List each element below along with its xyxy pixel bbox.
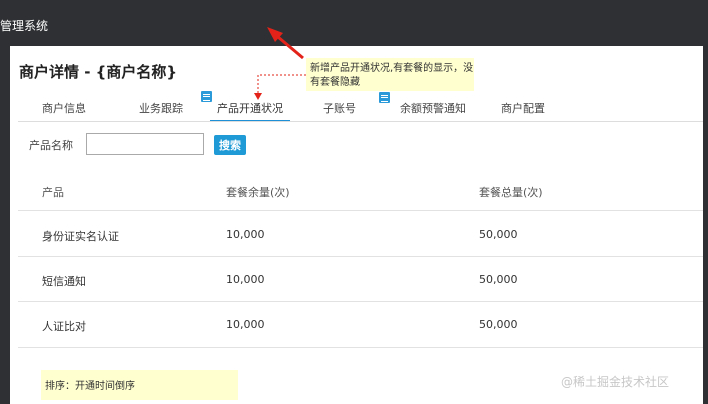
- cell-product: 身份证实名认证: [42, 230, 119, 243]
- red-arrow-icon: [267, 27, 304, 60]
- cell-total: 50,000: [479, 228, 518, 241]
- cell-total: 50,000: [479, 318, 518, 331]
- product-name-input[interactable]: [86, 133, 204, 155]
- row-divider: [18, 256, 703, 257]
- annotation-arrows: [254, 27, 306, 100]
- row-divider: [18, 347, 703, 348]
- watermark: @稀土掘金技术社区: [561, 375, 670, 389]
- column-header-total: 套餐总量(次): [479, 186, 543, 199]
- cell-total: 50,000: [479, 273, 518, 286]
- column-header-remaining: 套餐余量(次): [226, 186, 290, 199]
- dashed-pointer: [254, 74, 306, 100]
- cell-product: 人证比对: [42, 320, 86, 333]
- cell-product: 短信通知: [42, 275, 86, 288]
- cell-remaining: 10,000: [226, 228, 265, 241]
- cell-remaining: 10,000: [226, 273, 265, 286]
- search-button[interactable]: 搜索: [214, 135, 246, 155]
- column-header-product: 产品: [42, 186, 64, 199]
- row-divider: [18, 210, 703, 211]
- product-name-label: 产品名称: [29, 139, 73, 152]
- row-divider: [18, 301, 703, 302]
- sort-note: 排序：开通时间倒序: [41, 370, 238, 400]
- cell-remaining: 10,000: [226, 318, 265, 331]
